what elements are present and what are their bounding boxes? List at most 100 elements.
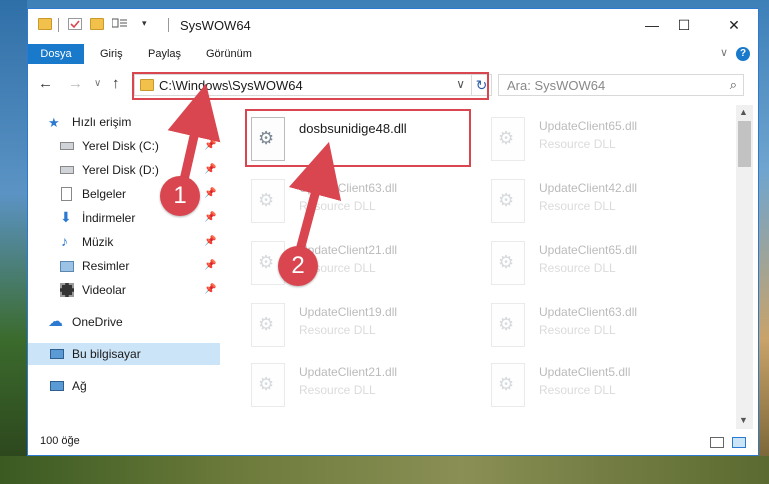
sidebar-item-pictures[interactable]: Resimler 📌: [28, 255, 220, 277]
dll-file-icon: ⚙: [491, 117, 525, 161]
pin-icon[interactable]: 📌: [204, 212, 216, 223]
cloud-icon: ☁: [48, 313, 63, 330]
file-highlight: [245, 109, 471, 167]
window-title: SysWOW64: [180, 18, 251, 33]
file-type: Resource DLL: [539, 137, 616, 151]
forward-arrow-icon[interactable]: →: [68, 75, 83, 92]
file-name: UpdateClient42.dll: [539, 181, 638, 195]
title-bar: ▾ SysWOW64 — ☐ ✕: [28, 9, 758, 41]
network-icon: [50, 381, 64, 391]
file-name: UpdateClient65.dll: [539, 243, 638, 257]
search-box[interactable]: Ara: SysWOW64 ⌕: [498, 74, 744, 96]
sidebar-item-label: Ağ: [72, 379, 87, 393]
dll-file-icon: ⚙: [251, 363, 285, 407]
sidebar-item-videos[interactable]: Videolar 📌: [28, 279, 220, 301]
maximize-button[interactable]: ☐: [670, 14, 698, 36]
file-item[interactable]: ⚙ UpdateClient5.dll Resource DLL: [485, 359, 705, 413]
folder-icon: [38, 18, 52, 30]
video-icon: [60, 283, 74, 297]
file-item[interactable]: ⚙ UpdateClient65.dll Resource DLL: [485, 113, 705, 167]
file-item[interactable]: ⚙ UpdateClient21.dll Resource DLL: [245, 359, 465, 413]
pin-icon[interactable]: 📌: [204, 140, 216, 151]
drive-icon: [60, 166, 74, 174]
file-item[interactable]: ⚙ UpdateClient65.dll Resource DLL: [485, 237, 705, 291]
sidebar-item-local-disk-d[interactable]: Yerel Disk (D:) 📌: [28, 159, 220, 181]
search-placeholder: Ara: SysWOW64: [507, 78, 606, 93]
sidebar-item-label: Yerel Disk (C:): [82, 139, 159, 153]
help-icon[interactable]: ?: [736, 47, 750, 61]
scrollbar-thumb[interactable]: [738, 121, 751, 167]
properties-icon[interactable]: [68, 18, 82, 30]
file-name: UpdateClient63.dll: [299, 181, 398, 195]
drive-icon: [60, 142, 74, 150]
download-icon: ⬇: [60, 209, 72, 225]
dll-file-icon: ⚙: [491, 303, 525, 347]
address-bar-highlight: [132, 72, 489, 100]
sidebar-item-local-disk-c[interactable]: Yerel Disk (C:) 📌: [28, 135, 220, 157]
back-arrow-icon[interactable]: ←: [38, 75, 53, 92]
quick-access-dropdown-icon[interactable]: ▾: [142, 18, 156, 30]
file-item[interactable]: ⚙ UpdateClient63.dll Resource DLL: [485, 299, 705, 353]
dll-file-icon: ⚙: [491, 241, 525, 285]
tab-giris[interactable]: Giriş: [98, 44, 125, 64]
sidebar-item-music[interactable]: ♪ Müzik 📌: [28, 231, 220, 253]
desktop-background-bottom: [0, 456, 769, 484]
sidebar-item-label: İndirmeler: [82, 211, 136, 225]
file-item[interactable]: ⚙ UpdateClient19.dll Resource DLL: [245, 299, 465, 353]
file-type: Resource DLL: [299, 323, 376, 337]
tab-dosya[interactable]: Dosya: [28, 44, 84, 64]
sidebar-item-this-pc[interactable]: Bu bilgisayar: [28, 343, 220, 365]
file-type: Resource DLL: [539, 199, 616, 213]
dll-file-icon: ⚙: [251, 179, 285, 223]
new-folder-icon[interactable]: [90, 18, 104, 30]
item-count: 100 öğe: [40, 435, 80, 447]
sidebar-item-label: Yerel Disk (D:): [82, 163, 159, 177]
sidebar-item-label: OneDrive: [72, 315, 123, 329]
expand-ribbon-icon[interactable]: ∨: [720, 46, 728, 59]
toolbar-separator: [168, 18, 169, 32]
sidebar-item-label: Belgeler: [82, 187, 127, 201]
file-type: Resource DLL: [539, 383, 616, 397]
file-name: UpdateClient19.dll: [299, 305, 398, 319]
pin-icon[interactable]: 📌: [204, 236, 216, 247]
file-item[interactable]: ⚙ UpdateClient42.dll Resource DLL: [485, 175, 705, 229]
sidebar-item-label: Bu bilgisayar: [72, 347, 141, 361]
sidebar-item-network[interactable]: Ağ: [28, 375, 220, 397]
up-arrow-icon[interactable]: ↑: [112, 75, 120, 92]
tab-gorunum[interactable]: Görünüm: [204, 44, 254, 64]
recent-locations-icon[interactable]: ∨: [94, 78, 101, 89]
pin-icon[interactable]: 📌: [204, 260, 216, 271]
vertical-scrollbar[interactable]: ▲ ▼: [736, 105, 753, 429]
file-name: UpdateClient21.dll: [299, 365, 398, 379]
dll-file-icon: ⚙: [491, 179, 525, 223]
close-button[interactable]: ✕: [720, 14, 748, 36]
scroll-down-icon[interactable]: ▼: [739, 415, 748, 425]
search-icon[interactable]: ⌕: [730, 77, 737, 93]
sidebar-item-quick-access[interactable]: ★ Hızlı erişim: [28, 111, 220, 133]
minimize-button[interactable]: —: [638, 14, 666, 36]
pin-icon[interactable]: 📌: [204, 284, 216, 295]
sidebar-item-onedrive[interactable]: ☁ OneDrive: [28, 311, 220, 333]
dll-file-icon: ⚙: [491, 363, 525, 407]
pin-icon[interactable]: 📌: [204, 164, 216, 175]
file-type: Resource DLL: [299, 199, 376, 213]
step-badge-1: 1: [160, 176, 200, 216]
large-icons-view-icon[interactable]: [732, 437, 746, 448]
file-type: Resource DLL: [539, 323, 616, 337]
file-name: UpdateClient63.dll: [539, 305, 638, 319]
explorer-window: ▾ SysWOW64 — ☐ ✕ Dosya Giriş Paylaş Görü…: [27, 8, 759, 456]
step-badge-2: 2: [278, 246, 318, 286]
details-view-icon[interactable]: [710, 437, 724, 448]
sidebar-item-label: Resimler: [82, 259, 130, 273]
tab-paylas[interactable]: Paylaş: [146, 44, 183, 64]
file-type: Resource DLL: [299, 383, 376, 397]
sidebar-item-label: Müzik: [82, 235, 114, 249]
file-type: Resource DLL: [539, 261, 616, 275]
scroll-up-icon[interactable]: ▲: [739, 107, 748, 117]
file-item[interactable]: ⚙ UpdateClient63.dll Resource DLL: [245, 175, 465, 229]
dll-file-icon: ⚙: [251, 303, 285, 347]
pin-icon[interactable]: 📌: [204, 188, 216, 199]
ribbon-tabs: Dosya Giriş Paylaş Görünüm ∨ ?: [28, 41, 758, 68]
customize-toolbar-icon[interactable]: [111, 18, 128, 30]
music-icon: ♪: [61, 233, 68, 249]
